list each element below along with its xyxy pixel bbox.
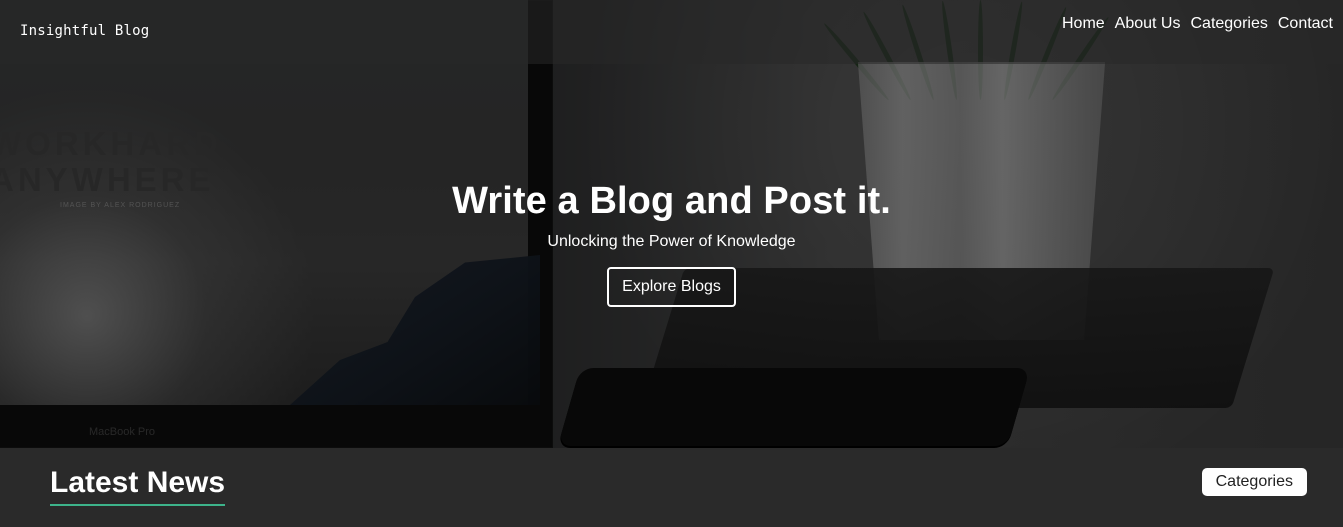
nav-home-link[interactable]: Home: [1062, 14, 1105, 34]
hero-section: WORKHARD ANYWHERE IMAGE BY ALEX RODRIGUE…: [0, 0, 1343, 448]
top-navigation-bar: Insightful Blog Home About Us Categories…: [0, 0, 1343, 64]
main-navigation: Home About Us Categories Contact: [1062, 14, 1333, 34]
nav-categories-link[interactable]: Categories: [1190, 14, 1267, 34]
nav-about-link[interactable]: About Us: [1115, 14, 1181, 34]
page: WORKHARD ANYWHERE IMAGE BY ALEX RODRIGUE…: [0, 0, 1343, 527]
categories-button[interactable]: Categories: [1201, 468, 1307, 496]
nav-contact-link[interactable]: Contact: [1278, 14, 1333, 34]
hero-title: Write a Blog and Post it.: [452, 180, 891, 222]
explore-blogs-button[interactable]: Explore Blogs: [607, 267, 736, 307]
site-brand[interactable]: Insightful Blog: [20, 23, 149, 39]
latest-news-title: Latest News: [50, 466, 226, 506]
hero-subtitle: Unlocking the Power of Knowledge: [547, 233, 796, 250]
latest-news-section: Latest News Categories: [0, 448, 1343, 527]
hero-content: Write a Blog and Post it. Unlocking the …: [0, 180, 1343, 307]
